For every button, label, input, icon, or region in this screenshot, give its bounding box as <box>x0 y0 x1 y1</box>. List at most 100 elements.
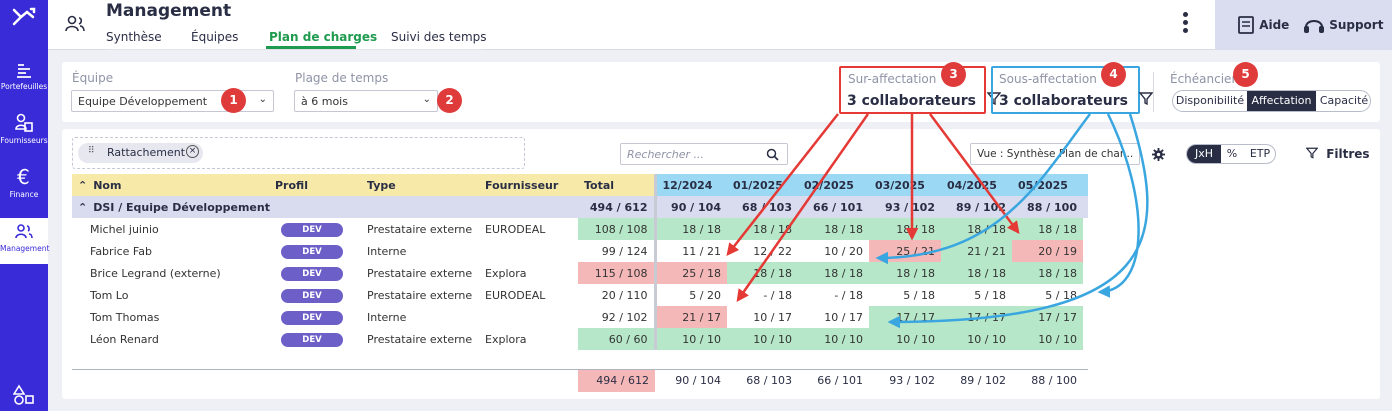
month-value: 10 / 10 <box>941 328 1012 350</box>
col-header-profil[interactable]: Profil <box>269 174 361 196</box>
col-header-total[interactable]: Total <box>578 174 657 196</box>
footer-month-total: 90 / 104 <box>675 374 721 387</box>
group-total: 494 / 612 <box>578 196 657 218</box>
col-header-type[interactable]: Type <box>361 174 479 196</box>
plan-de-charges-grid: ⠿ Rattachement × Rechercher ... Vue : Sy… <box>62 129 1380 399</box>
col-header-fournisseur[interactable]: Fournisseur <box>479 174 578 196</box>
month-value: 10 / 10 <box>798 328 869 350</box>
month-value: 20 / 19 <box>1012 240 1083 262</box>
month-value: 18 / 18 <box>1012 218 1083 240</box>
col-header-month[interactable]: 12/2024 <box>655 174 727 196</box>
member-fournisseur <box>479 306 578 328</box>
marker-4: 4 <box>1101 62 1126 87</box>
group-row[interactable]: ⌃ DSI / Equipe Développement 494 / 612 90… <box>72 196 1088 218</box>
month-value: 17 / 17 <box>941 306 1012 328</box>
col-header-month[interactable]: 03/2025 <box>869 174 941 196</box>
sur-affectation-value[interactable]: 3 collaborateurs <box>847 92 1002 109</box>
svg-text:€: € <box>17 166 30 188</box>
nav-item-finance[interactable]: € Finance <box>0 166 48 199</box>
month-value: 5 / 20 <box>655 284 727 306</box>
support-button[interactable]: Support <box>1303 15 1383 35</box>
nav-item-portefeuilles[interactable]: Portefeuilles <box>0 60 48 91</box>
management-icon <box>15 224 33 239</box>
table-row[interactable]: Fabrice Fab DEV Interne 99 / 124 11 / 21 12 /… <box>72 240 1088 262</box>
month-value: 17 / 17 <box>869 306 941 328</box>
month-value: 10 / 10 <box>727 328 798 350</box>
col-header-month[interactable]: 04/2025 <box>941 174 1012 196</box>
tab-plan-de-charges[interactable]: Plan de charges <box>269 30 377 44</box>
tab-suivi-des-temps[interactable]: Suivi des temps <box>391 30 487 44</box>
tab-equipes[interactable]: Équipes <box>191 30 238 44</box>
col-header-month[interactable]: 01/2025 <box>727 174 798 196</box>
profil-badge: DEV <box>281 244 343 259</box>
unit-jxh[interactable]: JxH <box>1187 145 1221 163</box>
member-total: 115 / 108 <box>578 262 657 284</box>
tab-bar: Synthèse Équipes Plan de charges Suivi d… <box>106 26 487 50</box>
collapse-all-icon[interactable]: ⌃ <box>78 179 87 192</box>
more-menu-icon[interactable] <box>1182 12 1190 36</box>
search-input[interactable]: Rechercher ... <box>620 143 788 165</box>
member-profil: DEV <box>269 284 361 306</box>
unit-etp[interactable]: ETP <box>1243 145 1275 163</box>
sous-affectation-value[interactable]: 3 collaborateurs <box>999 92 1154 109</box>
nav-item-fournisseurs[interactable]: Fournisseurs <box>0 112 48 145</box>
marker-1: 1 <box>221 88 246 113</box>
member-type: Prestataire externe <box>367 266 473 280</box>
filtres-button[interactable]: Filtres <box>1305 147 1370 161</box>
table-row[interactable]: Michel juinio DEV Prestataire externe EUROD… <box>72 218 1088 240</box>
app-logo[interactable] <box>0 6 48 30</box>
marker-2: 2 <box>437 88 462 113</box>
member-total: 92 / 102 <box>578 306 657 328</box>
table-row[interactable]: Tom Lo DEV Prestataire externe EURODEAL 20 /… <box>72 284 1088 306</box>
echeancier-disponibilite[interactable]: Disponibilité <box>1173 91 1247 111</box>
help-area: Aide Support <box>1215 0 1392 50</box>
nav-item-management[interactable]: Management <box>0 218 50 264</box>
footer-month-total: 89 / 102 <box>960 374 1006 387</box>
footer-month-total: 88 / 100 <box>1031 374 1077 387</box>
vue-select[interactable]: Vue : Synthèse Plan de char... <box>970 143 1140 165</box>
vue-value: Vue : Synthèse Plan de char... <box>977 148 1134 160</box>
table-body: ⌃ DSI / Equipe Développement 494 / 612 90… <box>72 196 1088 350</box>
group-month-value: 88 / 100 <box>1012 196 1083 218</box>
active-tab-underline <box>266 46 356 49</box>
member-type: Prestataire externe <box>367 332 473 346</box>
month-value: 10 / 20 <box>798 240 869 262</box>
col-header-spacer <box>1083 174 1088 196</box>
echeancier-capacite[interactable]: Capacité <box>1316 91 1370 111</box>
rattachement-chip[interactable]: ⠿ Rattachement × <box>78 143 203 163</box>
table-row[interactable]: Tom Thomas DEV Interne 92 / 102 21 / 17 10 / … <box>72 306 1088 328</box>
group-name: DSI / Equipe Développement <box>93 200 270 214</box>
month-value: 18 / 18 <box>798 218 869 240</box>
footer-month-total: 93 / 102 <box>889 374 935 387</box>
member-profil: DEV <box>269 306 361 328</box>
rattachement-dropzone[interactable]: ⠿ Rattachement × <box>72 137 525 169</box>
member-name: Brice Legrand (externe) <box>90 266 221 280</box>
sur-affectation-count: 3 collaborateurs <box>847 93 976 109</box>
aide-button[interactable]: Aide <box>1237 15 1289 35</box>
member-total: 60 / 60 <box>578 328 657 350</box>
filtres-label: Filtres <box>1326 147 1370 161</box>
table-row[interactable]: Léon Renard DEV Prestataire externe Explora… <box>72 328 1088 350</box>
member-fournisseur <box>479 240 578 262</box>
month-value: 21 / 21 <box>941 240 1012 262</box>
profil-badge: DEV <box>281 332 343 347</box>
collapse-group-icon[interactable]: ⌃ <box>78 201 87 214</box>
nav-item-apps[interactable] <box>0 384 48 408</box>
col-header-nom[interactable]: ⌃ Nom <box>72 174 269 196</box>
col-header-month[interactable]: 05/2025 <box>1012 174 1083 196</box>
row-spacer <box>1083 240 1088 262</box>
col-header-month[interactable]: 02/2025 <box>798 174 869 196</box>
member-type: Interne <box>367 244 407 258</box>
echeancier-affectation[interactable]: Affectation <box>1247 91 1316 111</box>
remove-chip-icon[interactable]: × <box>186 145 199 158</box>
plage-value: à 6 mois <box>301 95 348 108</box>
marker-3: 3 <box>941 62 966 87</box>
tab-synthese[interactable]: Synthèse <box>106 30 162 44</box>
member-fournisseur: Explora <box>485 266 527 280</box>
gear-icon[interactable] <box>1152 148 1165 161</box>
table-row[interactable]: Brice Legrand (externe) DEV Prestataire ex… <box>72 262 1088 284</box>
nav-label-management: Management <box>0 244 50 253</box>
plage-select[interactable]: à 6 mois ⌄ <box>294 90 438 112</box>
charges-table: ⌃ Nom Profil Type Fournisseur Total 12/20… <box>72 174 1088 350</box>
unit-percent[interactable]: % <box>1221 145 1243 163</box>
